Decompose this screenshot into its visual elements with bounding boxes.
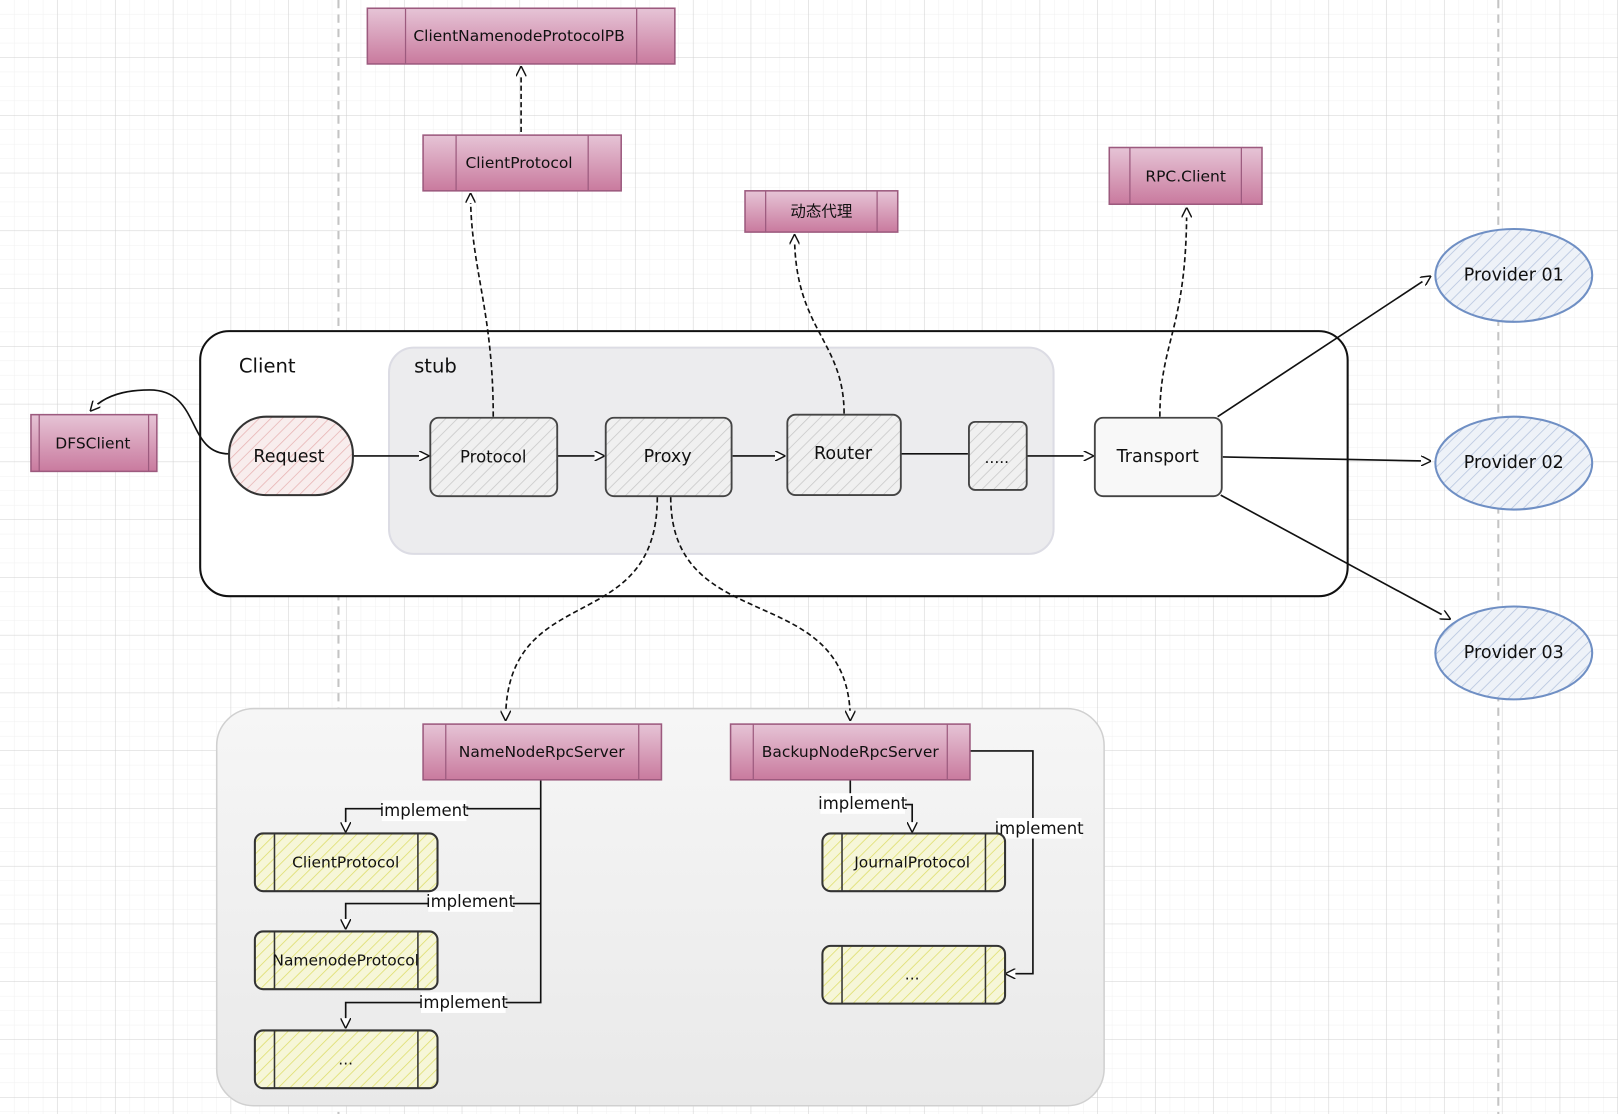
node-label: Request <box>253 447 324 467</box>
node-client-protocol-impl[interactable]: ClientProtocol <box>253 832 439 893</box>
node-label: DFSClient <box>55 435 130 453</box>
node-protocol[interactable]: Protocol <box>429 416 559 498</box>
node-provider-01[interactable]: Provider 01 <box>1434 227 1594 323</box>
node-label: 动态代理 <box>790 202 852 220</box>
node-label: ClientProtocol <box>465 154 572 172</box>
node-label: ... <box>338 1050 353 1068</box>
node-request[interactable]: Request <box>228 415 354 497</box>
node-label: Transport <box>1116 447 1199 467</box>
node-namenode-rpc-server[interactable]: NameNodeRpcServer <box>422 723 663 781</box>
node-dynamic-proxy[interactable]: 动态代理 <box>744 190 899 233</box>
edge-label-implement: implement <box>380 801 470 820</box>
node-label: ClientProtocol <box>292 853 399 871</box>
node-rpc-client[interactable]: RPC.Client <box>1108 146 1263 206</box>
node-proxy[interactable]: Proxy <box>604 416 733 498</box>
node-label: BackupNodeRpcServer <box>762 743 940 761</box>
node-label: Provider 03 <box>1464 643 1564 663</box>
node-journal-protocol-impl[interactable]: JournalProtocol <box>821 832 1007 893</box>
node-ellipsis-stub[interactable]: ..... <box>968 420 1028 491</box>
node-backupnode-rpc-server[interactable]: BackupNodeRpcServer <box>729 723 971 781</box>
node-namenode-protocol-impl[interactable]: NamenodeProtocol <box>253 930 439 991</box>
node-label: Protocol <box>460 447 527 466</box>
node-label: Provider 01 <box>1464 265 1564 285</box>
node-client-namenode-protocol-pb[interactable]: ClientNamenodeProtocolPB <box>366 7 676 65</box>
node-label: Proxy <box>644 447 692 467</box>
node-provider-03[interactable]: Provider 03 <box>1434 605 1594 701</box>
edge-label-implement: implement <box>419 993 509 1012</box>
client-container-label: Client <box>239 355 296 378</box>
node-label: NamenodeProtocol <box>272 951 419 969</box>
node-label: RPC.Client <box>1145 167 1226 185</box>
node-label: ..... <box>985 449 1010 467</box>
edge-label-implement: implement <box>995 819 1085 838</box>
node-ellipsis-backup[interactable]: ... <box>821 944 1007 1005</box>
node-label: ClientNamenodeProtocolPB <box>413 27 624 45</box>
node-dfs-client[interactable]: DFSClient <box>30 413 158 473</box>
stub-container-label: stub <box>414 355 457 378</box>
node-label: Router <box>814 444 873 464</box>
node-transport[interactable]: Transport <box>1093 416 1223 498</box>
node-ellipsis-namenode[interactable]: ... <box>253 1029 439 1090</box>
node-label: JournalProtocol <box>853 853 970 871</box>
diagram-canvas: Client stub implement implement implemen… <box>0 0 1618 1114</box>
node-label: Provider 02 <box>1464 453 1564 473</box>
node-provider-02[interactable]: Provider 02 <box>1434 415 1594 511</box>
edge-label-implement: implement <box>426 892 516 911</box>
node-label: NameNodeRpcServer <box>459 743 625 761</box>
edge-label-implement: implement <box>818 794 908 813</box>
node-label: ... <box>905 966 920 984</box>
node-client-protocol-top[interactable]: ClientProtocol <box>422 134 622 192</box>
node-router[interactable]: Router <box>786 413 902 497</box>
